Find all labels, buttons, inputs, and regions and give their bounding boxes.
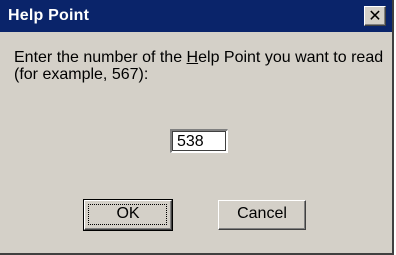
close-button[interactable]: ✕ [364,6,386,26]
title-bar[interactable]: Help Point ✕ [0,0,392,32]
prompt-text: Enter the number of the Help Point you w… [14,49,384,83]
cancel-button[interactable]: Cancel [218,200,306,230]
help-point-number-input[interactable] [170,129,228,153]
ok-button[interactable]: OK [83,199,173,231]
window-title: Help Point [8,7,90,24]
close-icon: ✕ [368,6,382,25]
help-point-dialog: Help Point ✕ Enter the number of the Hel… [0,0,394,255]
cancel-button-label: Cancel [237,205,287,222]
prompt-access-key: H [186,49,199,66]
prompt-part-1: Enter the number of the [14,49,187,66]
focus-rectangle [88,204,167,225]
